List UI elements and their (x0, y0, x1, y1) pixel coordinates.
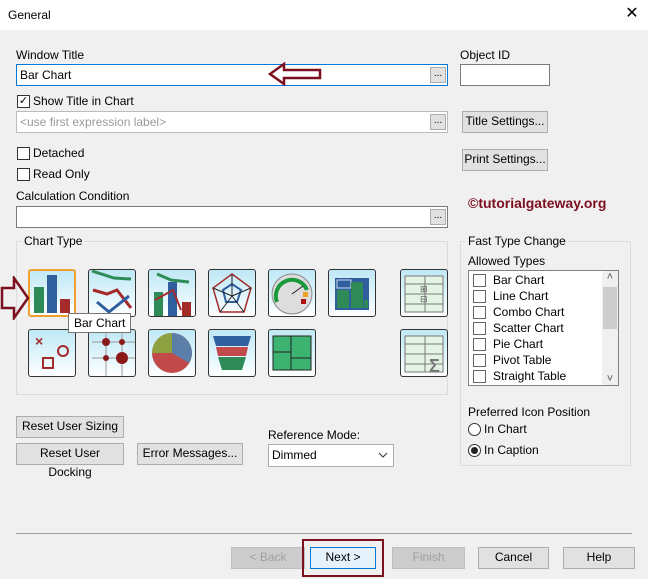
scrollbar-thumb[interactable] (603, 287, 617, 329)
pivot-table-icon[interactable]: ⊞ ⊟ (400, 269, 448, 317)
reference-mode-label: Reference Mode: (268, 428, 361, 442)
list-item[interactable]: Line Chart (473, 288, 548, 304)
detached-label: Detached (33, 146, 85, 160)
window-title-input[interactable]: Bar Chart (16, 64, 448, 86)
print-settings-button[interactable]: Print Settings... (462, 149, 548, 171)
bar-chart-icon[interactable] (28, 269, 76, 317)
svg-text:⊟: ⊟ (420, 294, 428, 304)
list-item[interactable]: Pivot Table (473, 352, 551, 368)
scrollbar[interactable]: ˄ ˅ (602, 271, 618, 385)
read-only-checkbox[interactable] (17, 168, 30, 181)
svg-text:×: × (35, 333, 43, 349)
dialog-title: General (8, 8, 51, 22)
show-title-label: Show Title in Chart (33, 94, 134, 108)
list-item[interactable]: Combo Chart (473, 304, 564, 320)
reference-mode-select[interactable]: Dimmed (268, 444, 394, 467)
chart-type-tooltip: Bar Chart (68, 313, 132, 333)
title-bar (0, 0, 648, 30)
in-caption-label: In Caption (484, 443, 539, 457)
icon-position-label: Preferred Icon Position (468, 405, 591, 419)
line-chart-icon[interactable] (88, 269, 136, 317)
calc-condition-label: Calculation Condition (16, 189, 130, 203)
finish-button[interactable]: Finish (392, 547, 465, 569)
radar-chart-icon[interactable] (208, 269, 256, 317)
mekko-chart-icon[interactable] (268, 329, 316, 377)
calc-condition-browse-button[interactable]: ... (430, 209, 446, 225)
combo-chart-icon[interactable] (148, 269, 196, 317)
reset-user-docking-button[interactable]: Reset User Docking (16, 443, 124, 479)
list-item[interactable]: Pie Chart (473, 336, 543, 352)
scroll-down-icon[interactable]: ˅ (602, 373, 618, 385)
list-item[interactable]: Straight Table (473, 368, 566, 384)
title-settings-button[interactable]: Title Settings... (462, 111, 548, 133)
fast-type-label: Fast Type Change (466, 234, 568, 248)
object-id-input[interactable] (460, 64, 550, 86)
next-button[interactable]: Next > (310, 547, 376, 569)
list-item[interactable]: Bar Chart (473, 272, 544, 288)
pie-chart-icon[interactable] (148, 329, 196, 377)
show-title-checkbox[interactable]: ✓ (17, 95, 30, 108)
help-button[interactable]: Help (563, 547, 635, 569)
reset-user-sizing-button[interactable]: Reset User Sizing (16, 416, 124, 438)
divider (16, 533, 632, 534)
scroll-up-icon[interactable]: ˄ (602, 271, 618, 287)
window-title-label: Window Title (16, 48, 85, 62)
reference-mode-value: Dimmed (272, 448, 317, 462)
watermark: ©tutorialgateway.org (468, 195, 607, 211)
calc-condition-input[interactable] (16, 206, 448, 228)
gauge-chart-icon[interactable] (268, 269, 316, 317)
window-title-browse-button[interactable]: ... (430, 67, 446, 83)
object-id-label: Object ID (460, 48, 511, 62)
allowed-types-label: Allowed Types (468, 254, 546, 268)
svg-text:⊞: ⊞ (420, 284, 428, 294)
block-chart-icon[interactable] (328, 269, 376, 317)
cancel-button[interactable]: Cancel (478, 547, 549, 569)
in-chart-label: In Chart (484, 422, 527, 436)
in-caption-radio[interactable] (468, 444, 481, 457)
chevron-down-icon (378, 452, 388, 458)
grid-chart-icon[interactable] (88, 329, 136, 377)
error-messages-button[interactable]: Error Messages... (137, 443, 243, 465)
svg-text:Σ: Σ (429, 356, 440, 376)
straight-table-icon[interactable]: Σ (400, 329, 448, 377)
allowed-types-list: Bar Chart Line Chart Combo Chart Scatter… (468, 270, 619, 386)
chart-type-label: Chart Type (22, 234, 85, 248)
annotation-arrow-icon (268, 62, 322, 86)
annotation-arrow-icon (0, 276, 30, 320)
title-expression-input[interactable]: <use first expression label> (16, 111, 448, 133)
title-expression-browse-button[interactable]: ... (430, 114, 446, 130)
in-chart-radio[interactable] (468, 423, 481, 436)
list-item[interactable]: Scatter Chart (473, 320, 564, 336)
close-icon[interactable]: ✕ (622, 3, 642, 25)
back-button[interactable]: < Back (231, 547, 305, 569)
read-only-label: Read Only (33, 167, 90, 181)
scatter-chart-icon[interactable]: × (28, 329, 76, 377)
funnel-chart-icon[interactable] (208, 329, 256, 377)
detached-checkbox[interactable] (17, 147, 30, 160)
